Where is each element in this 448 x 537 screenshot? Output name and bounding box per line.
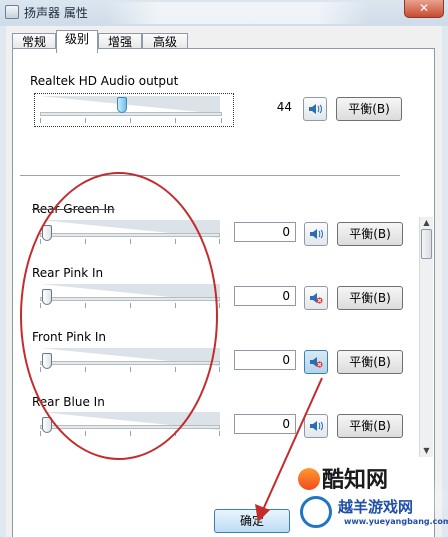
input-label: Rear Green In [32, 202, 115, 216]
close-button[interactable]: ✕ [404, 0, 444, 18]
input-balance-button[interactable]: 平衡(B) [337, 286, 403, 310]
ok-button[interactable]: 确定 [214, 509, 290, 533]
input-level-field[interactable]: 0 [234, 222, 296, 242]
output-slider-ticks [40, 118, 222, 123]
scroll-down-icon[interactable]: ▼ [420, 445, 433, 456]
input-label: Rear Pink In [32, 266, 104, 280]
output-level-value[interactable]: 44 [236, 97, 298, 117]
speaker-icon [309, 104, 322, 114]
watermark-url: www.yueyangbang.com [344, 517, 448, 526]
input-label: Rear Blue In [32, 395, 105, 409]
input-slider-thumb[interactable] [42, 353, 52, 369]
brand-logo-icon [298, 468, 320, 490]
input-slider-track[interactable] [40, 425, 220, 429]
speaker-icon [310, 229, 323, 239]
input-slider-thumb[interactable] [42, 417, 52, 433]
input-slider-thumb[interactable] [42, 289, 52, 305]
watermark-site-name: 越羊游戏网 [338, 498, 414, 516]
output-device-label: Realtek HD Audio output [30, 74, 179, 88]
speaker-muted-icon [310, 293, 323, 304]
input-label: Front Pink In [32, 330, 106, 344]
title-bar: 扬声器 属性 ✕ [0, 0, 448, 26]
input-slider-track[interactable] [40, 361, 220, 365]
input-balance-button[interactable]: 平衡(B) [337, 222, 403, 246]
speaker-muted-icon [310, 357, 323, 368]
input-slider-track[interactable] [40, 233, 220, 237]
input-mute-button[interactable] [304, 222, 328, 246]
inputs-scrollbar[interactable]: ▲ ▼ [419, 217, 433, 457]
input-mute-button[interactable] [304, 414, 328, 438]
input-mute-button[interactable] [304, 286, 328, 310]
input-slider-track[interactable] [40, 297, 220, 301]
input-balance-button[interactable]: 平衡(B) [337, 414, 403, 438]
input-slider-thumb[interactable] [42, 225, 52, 241]
output-balance-button[interactable]: 平衡(B) [336, 97, 402, 121]
scroll-up-icon[interactable]: ▲ [420, 217, 433, 228]
window-title: 扬声器 属性 [24, 6, 88, 20]
speaker-icon [310, 421, 323, 431]
speaker-properties-icon [5, 5, 19, 19]
section-separator [20, 175, 400, 176]
site-logo-icon [300, 496, 332, 528]
output-mute-button[interactable] [303, 97, 327, 121]
output-slider-track[interactable] [40, 112, 222, 116]
input-mute-button[interactable] [304, 350, 328, 374]
tab-levels[interactable]: 级别 [56, 30, 98, 53]
input-level-field[interactable]: 0 [234, 414, 296, 434]
output-slider-thumb[interactable] [117, 97, 127, 113]
input-level-field[interactable]: 0 [234, 286, 296, 306]
scroll-thumb[interactable] [421, 229, 432, 259]
watermark-brand: 酷知网 [322, 468, 389, 493]
input-balance-button[interactable]: 平衡(B) [337, 350, 403, 374]
title-blur-overlay [106, 2, 370, 24]
input-level-field[interactable]: 0 [234, 350, 296, 370]
